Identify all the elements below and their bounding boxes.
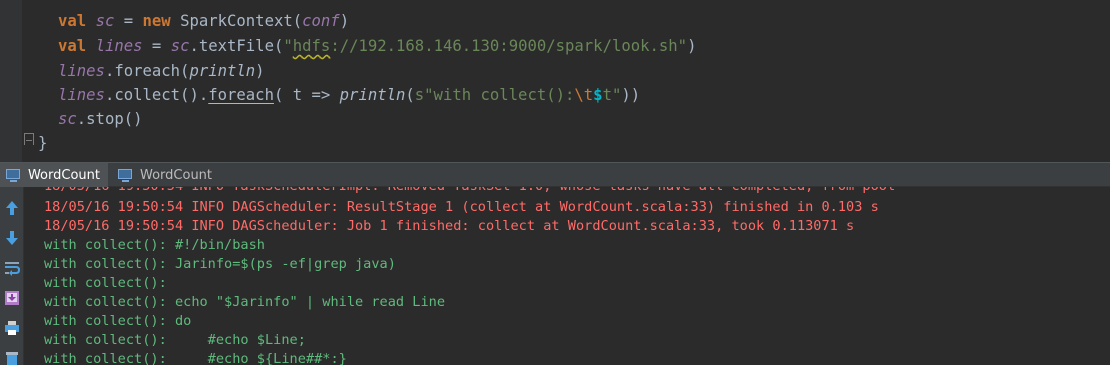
console-line: with collect(): Jarinfo=$(ps -ef|grep ja… — [44, 256, 396, 272]
console-line: 18/05/16 19:50:54 INFO DAGScheduler: Job… — [44, 218, 855, 234]
escape-sequence: \t — [574, 86, 594, 104]
argument: println — [189, 62, 256, 80]
string-literal: " — [283, 37, 293, 55]
console-line: with collect(): do — [44, 313, 192, 329]
scroll-to-end-icon[interactable] — [3, 289, 21, 307]
console-line: with collect(): #echo $Line; — [44, 332, 306, 348]
interpolation: $ — [593, 86, 603, 104]
variable-name: sc — [95, 12, 115, 30]
console-line: with collect(): #!/bin/bash — [44, 237, 265, 253]
down-arrow-icon[interactable] — [3, 229, 21, 247]
tab-wordcount-2[interactable]: WordCount — [112, 163, 222, 187]
up-arrow-icon[interactable] — [3, 199, 21, 217]
code-line-3[interactable]: lines.foreach(println) — [58, 59, 265, 83]
console-line: 18/05/16 19:50:54 INFO TaskSchedulerImpl… — [44, 187, 895, 196]
run-tool-window-tabs: WordCount WordCount — [0, 162, 1110, 187]
operator: = — [142, 37, 171, 55]
tab-label: WordCount — [27, 167, 100, 183]
receiver: sc — [170, 37, 190, 55]
console-toolbar — [0, 187, 24, 365]
string-literal: ://192.168.146.130:9000/spark/look.sh" — [330, 37, 688, 55]
string-literal: s"with collect(): — [414, 86, 575, 104]
tab-wordcount-1[interactable]: WordCount — [0, 163, 108, 187]
keyword: val — [58, 37, 87, 55]
receiver: sc — [58, 110, 77, 128]
paren: ) — [255, 62, 265, 80]
method-call: foreach — [208, 86, 274, 104]
console-output[interactable]: 18/05/16 19:50:54 INFO TaskSchedulerImpl… — [25, 187, 1110, 365]
soft-wrap-icon[interactable] — [3, 259, 21, 277]
code-line-4[interactable]: lines.collect().foreach( t => println(s"… — [58, 83, 640, 107]
code-editor[interactable]: val sc = new SparkContext(conf) val line… — [0, 0, 1110, 162]
editor-gutter — [0, 0, 22, 162]
code-line-1[interactable]: val sc = new SparkContext(conf) — [58, 9, 349, 33]
spelling-warning[interactable]: hdfs — [293, 37, 331, 55]
console-line: with collect(): #echo ${Line##*:} — [44, 351, 347, 365]
method-call: .textFile( — [189, 37, 284, 55]
function-name: println — [339, 86, 406, 104]
console-line: 18/05/16 19:50:54 INFO DAGScheduler: Res… — [44, 199, 879, 215]
variable-name: lines — [58, 62, 105, 80]
keyword: val — [58, 12, 87, 30]
argument: conf — [302, 12, 340, 30]
method-call: .stop() — [76, 110, 143, 128]
constructor-call: SparkContext( — [170, 12, 303, 30]
tab-label: WordCount — [140, 167, 213, 183]
keyword: new — [142, 12, 171, 30]
variable-name: lines — [58, 86, 105, 104]
operator: = — [114, 12, 143, 30]
console-icon — [6, 168, 21, 182]
code-line-2[interactable]: val lines = sc.textFile("hdfs://192.168.… — [58, 34, 696, 58]
console-line: with collect(): echo "$Jarinfo" | while … — [44, 294, 446, 310]
paren: )) — [621, 86, 641, 104]
method-call: .foreach( — [104, 62, 190, 80]
console-line: with collect(): — [44, 275, 167, 291]
paren: ( — [405, 86, 415, 104]
paren: ) — [339, 12, 350, 30]
method-call: .collect(). — [104, 86, 209, 104]
console-icon — [118, 168, 133, 182]
code-line-5[interactable]: sc.stop() — [58, 107, 143, 131]
print-icon[interactable] — [3, 319, 21, 337]
clear-all-icon[interactable] — [3, 349, 21, 365]
code-line-6[interactable]: } — [38, 131, 47, 155]
lambda: ( t => — [273, 86, 340, 104]
paren: ) — [687, 37, 697, 55]
fold-icon[interactable] — [24, 133, 34, 145]
closing-brace: } — [38, 134, 48, 152]
string-literal: t" — [602, 86, 622, 104]
variable-name: lines — [95, 37, 143, 55]
